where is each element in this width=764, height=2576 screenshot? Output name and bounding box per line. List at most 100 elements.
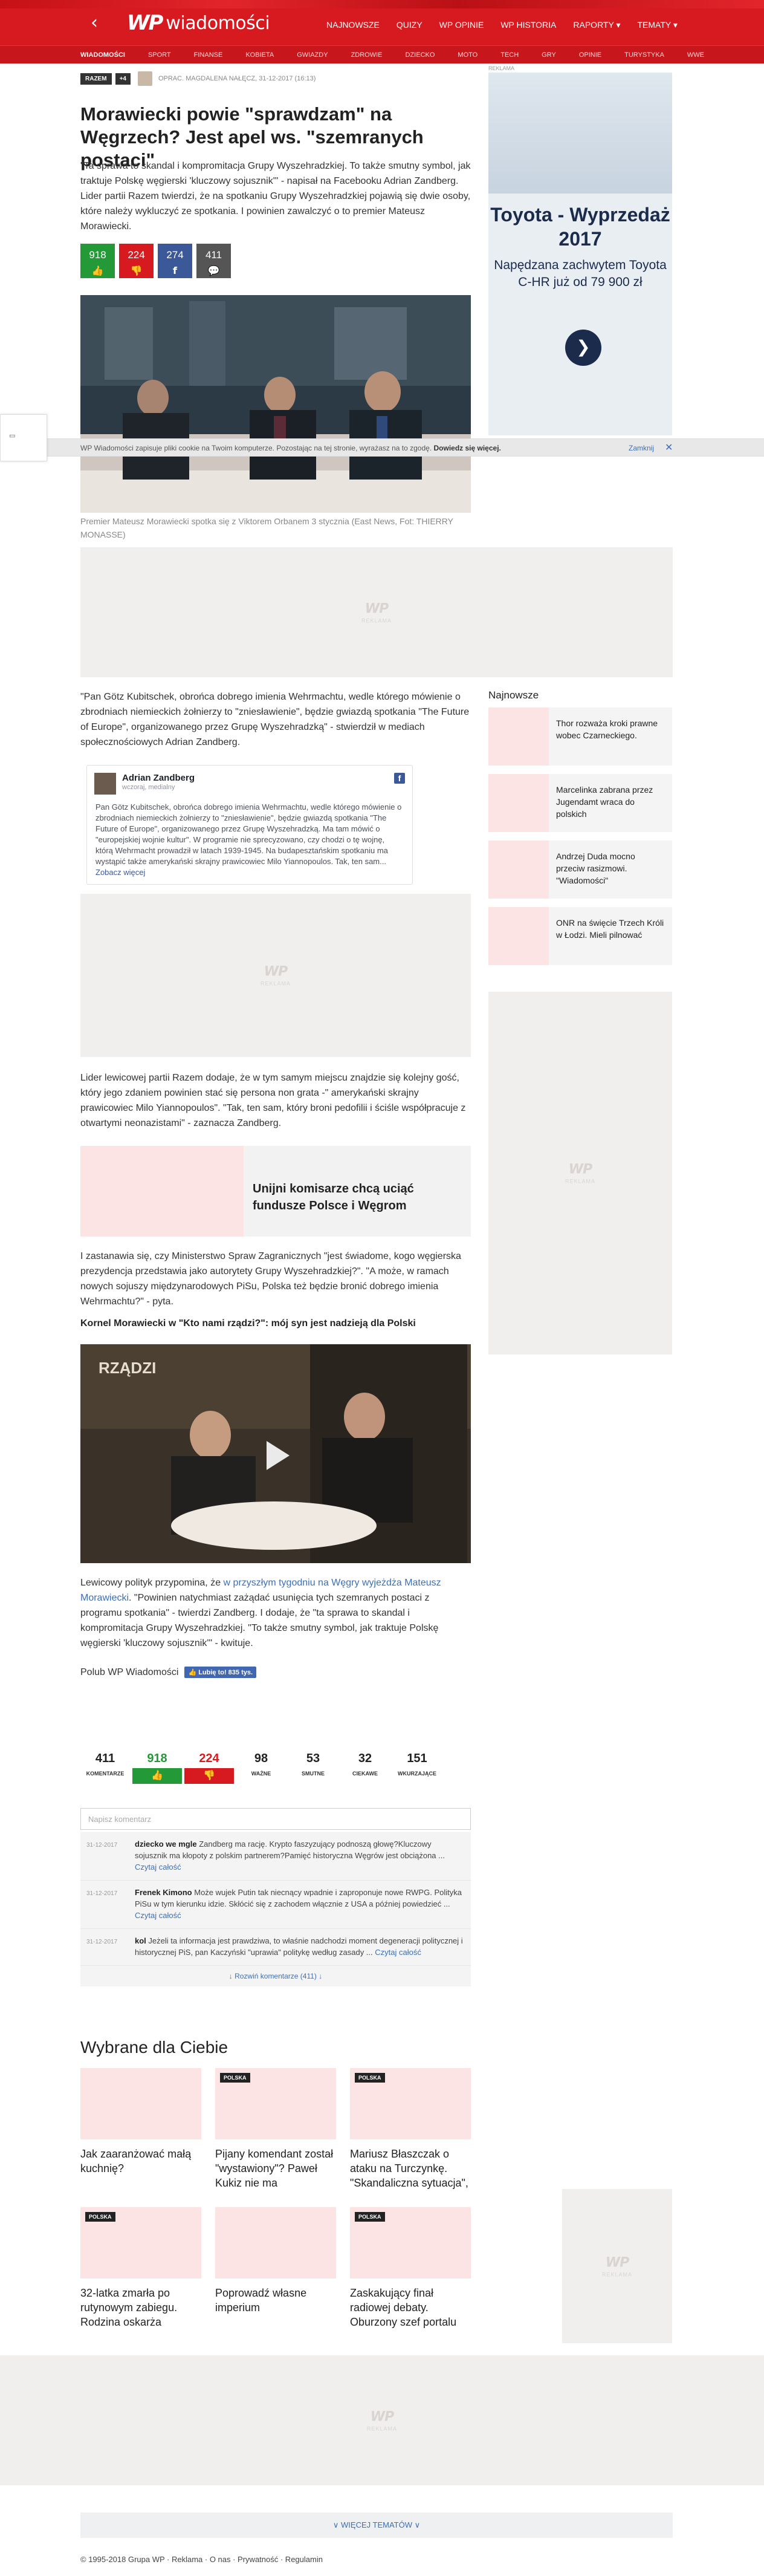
ad-label: REKLAMA bbox=[260, 980, 291, 987]
read-more-link[interactable]: Czytaj całość bbox=[135, 1911, 181, 1920]
section-tab[interactable]: FINANSE bbox=[194, 46, 223, 64]
comment-date: 31-12-2017 bbox=[86, 1939, 118, 1945]
reaction-label: CIEKAWE bbox=[352, 1771, 378, 1777]
video-player[interactable]: RZĄDZI bbox=[80, 1344, 471, 1563]
dislike-count: 224 bbox=[128, 249, 145, 261]
comment-date: 31-12-2017 bbox=[86, 1890, 118, 1897]
news-thumb bbox=[488, 707, 549, 766]
reaction-comments[interactable]: 411 KOMENTARZE bbox=[80, 1751, 130, 1784]
ad-placeholder: WP REKLAMA bbox=[565, 1162, 595, 1185]
dislike-share-button[interactable]: 224 👎 bbox=[119, 244, 154, 278]
cookie-close-button[interactable]: Zamknij bbox=[629, 444, 654, 452]
cookie-more-link[interactable]: Dowiedz się więcej. bbox=[434, 444, 501, 452]
card-image: POLSKA bbox=[350, 2207, 471, 2278]
section-tab[interactable]: GRY bbox=[542, 46, 556, 64]
ad-placeholder: WP REKLAMA bbox=[602, 2255, 632, 2277]
recommended-card[interactable]: POLSKA Pijany komendant został "wystawio… bbox=[215, 2068, 336, 2190]
latest-news-item[interactable]: Andrzej Duda mocno przeciw rasizmowi. "W… bbox=[488, 841, 672, 899]
recommended-card[interactable]: POLSKA Zaskakujący finał radiowej debaty… bbox=[350, 2207, 471, 2329]
comment-user[interactable]: kol bbox=[135, 1936, 146, 1945]
fb-see-more-link[interactable]: Zobacz więcej bbox=[96, 868, 145, 877]
back-arrow-icon[interactable]: ‹ bbox=[91, 14, 104, 32]
latest-news-item[interactable]: Thor rozważa kroki prawne wobec Czarneck… bbox=[488, 707, 672, 766]
like-page-label: Polub WP Wiadomości bbox=[80, 1667, 179, 1677]
more-tags-button[interactable]: +4 bbox=[115, 73, 131, 85]
recommended-card[interactable]: Poprowadź własne imperium bbox=[215, 2207, 336, 2315]
recommended-card[interactable]: Jak zaaranżować małą kuchnię? bbox=[80, 2068, 201, 2176]
expand-comments-button[interactable]: ↓ Rozwiń komentarze (411) ↓ bbox=[80, 1966, 471, 1986]
section-tab[interactable]: TECH bbox=[500, 46, 519, 64]
article-paragraph: Lewicowy polityk przypomina, że w przysz… bbox=[80, 1575, 473, 1651]
fb-like-row: Polub WP Wiadomości 👍 Lubię to! 835 tys. bbox=[80, 1667, 257, 1678]
reaction-thumb-up[interactable]: 918 👍 bbox=[132, 1751, 182, 1784]
nav-item[interactable]: WP HISTORIA bbox=[500, 20, 556, 30]
facebook-icon: f bbox=[394, 773, 405, 784]
latest-news-item[interactable]: ONR na święcie Trzech Króli w Łodzi. Mie… bbox=[488, 907, 672, 965]
reaction-sad[interactable]: 53 SMUTNE bbox=[288, 1751, 338, 1784]
paragraph-text: Lewicowy polityk przypomina, że bbox=[80, 1578, 224, 1588]
read-more-link[interactable]: Czytaj całość bbox=[375, 1948, 421, 1957]
nav-item[interactable]: TEMATY ▾ bbox=[637, 20, 677, 30]
reaction-thumb-down[interactable]: 224 👎 bbox=[184, 1751, 234, 1784]
section-tab[interactable]: DZIECKO bbox=[406, 46, 435, 64]
nav-item[interactable]: WP OPINIE bbox=[439, 20, 484, 30]
reaction-important[interactable]: 98 WAŻNE bbox=[236, 1751, 286, 1784]
nav-item[interactable]: QUIZY bbox=[397, 20, 422, 30]
chevron-right-icon[interactable]: ❯ bbox=[565, 330, 601, 366]
play-icon[interactable] bbox=[267, 1441, 290, 1470]
comment-count: 411 bbox=[205, 249, 222, 261]
section-tab[interactable]: OPINIE bbox=[579, 46, 601, 64]
teaser-image bbox=[80, 1146, 244, 1237]
topic-tag[interactable]: RAZEM bbox=[80, 73, 112, 85]
side-floating-tab[interactable]: ▭ bbox=[0, 414, 47, 461]
sidebar-ad[interactable]: WP REKLAMA bbox=[562, 2189, 672, 2343]
article-paragraph: Lider lewicowej partii Razem dodaje, że … bbox=[80, 1073, 466, 1128]
ad-label: REKLAMA bbox=[361, 617, 392, 623]
comment-input[interactable]: Napisz komentarz bbox=[80, 1808, 471, 1830]
section-tab[interactable]: GWIAZDY bbox=[297, 46, 328, 64]
news-title: Thor rozważa kroki prawne wobec Czarneck… bbox=[556, 718, 658, 740]
thumb-up-icon: 👍 bbox=[132, 1768, 182, 1784]
facebook-post-embed[interactable]: Adrian Zandberg wczoraj, medialny f Pan … bbox=[86, 765, 413, 885]
section-tab[interactable]: KOBIETA bbox=[245, 46, 274, 64]
article-paragraph: I zastanawia się, czy Ministerstwo Spraw… bbox=[80, 1251, 461, 1307]
ad-inline[interactable]: WP REKLAMA bbox=[80, 894, 471, 1057]
more-topics-button[interactable]: ∨ WIĘCEJ TEMATÓW ∨ bbox=[80, 2513, 673, 2538]
read-more-link[interactable]: Czytaj całość bbox=[135, 1862, 181, 1872]
bottom-ad-banner[interactable]: WP REKLAMA bbox=[0, 2355, 764, 2485]
comment-user[interactable]: dziecko we mgle bbox=[135, 1839, 197, 1849]
video-heading: Kornel Morawiecki w "Kto nami rządzi?": … bbox=[80, 1318, 416, 1329]
close-icon[interactable]: ✕ bbox=[665, 441, 673, 454]
reaction-label: KOMENTARZE bbox=[86, 1771, 125, 1777]
section-tab[interactable]: MOTO bbox=[458, 46, 478, 64]
fb-author-name[interactable]: Adrian Zandberg bbox=[122, 773, 195, 783]
news-thumb bbox=[488, 774, 549, 832]
reactions-bar: 411 KOMENTARZE 918 👍 224 👎 98 WAŻNE 53 S… bbox=[80, 1751, 442, 1784]
comment-user[interactable]: Frenek Kimono bbox=[135, 1888, 192, 1897]
ad-banner[interactable]: WP REKLAMA bbox=[80, 547, 673, 677]
nav-item[interactable]: RAPORTY ▾ bbox=[573, 20, 620, 30]
section-tab[interactable]: TURYSTYKA bbox=[624, 46, 664, 64]
ad-label: REKLAMA bbox=[601, 2271, 633, 2277]
reaction-interesting[interactable]: 32 CIEKAWE bbox=[340, 1751, 390, 1784]
section-tab[interactable]: ZDROWIE bbox=[351, 46, 383, 64]
reaction-annoying[interactable]: 151 WKURZAJĄCE bbox=[392, 1751, 442, 1784]
recommended-card[interactable]: POLSKA 32-latka zmarła po rutynowym zabi… bbox=[80, 2207, 201, 2329]
latest-news-item[interactable]: Marcelinka zabrana przez Jugendamt wraca… bbox=[488, 774, 672, 832]
card-image bbox=[215, 2207, 336, 2278]
section-tab[interactable]: WIADOMOŚCI bbox=[80, 46, 125, 64]
site-logo[interactable]: WP wiadomości bbox=[127, 11, 270, 35]
related-article-teaser[interactable]: Unijni komisarze chcą uciąć fundusze Pol… bbox=[80, 1146, 471, 1237]
recommended-card[interactable]: POLSKA Mariusz Błaszczak o ataku na Turc… bbox=[350, 2068, 471, 2190]
toyota-ad[interactable]: Toyota - Wyprzedaż 2017 Napędzana zachwy… bbox=[488, 73, 672, 435]
author-date: OPRAC. MAGDALENA NAŁĘCZ, 31-12-2017 (16:… bbox=[158, 75, 316, 82]
section-tab[interactable]: SPORT bbox=[148, 46, 171, 64]
fb-like-button[interactable]: 👍 Lubię to! 835 tys. bbox=[184, 1667, 257, 1678]
facebook-share-button[interactable]: 274 f bbox=[158, 244, 192, 278]
section-tab[interactable]: WWE bbox=[687, 46, 704, 64]
like-share-button[interactable]: 918 👍 bbox=[80, 244, 115, 278]
comments-share-button[interactable]: 411 💬 bbox=[196, 244, 231, 278]
sidebar-ad[interactable]: WP REKLAMA bbox=[488, 992, 672, 1355]
category-badge: POLSKA bbox=[85, 2212, 115, 2222]
nav-item[interactable]: NAJNOWSZE bbox=[326, 20, 380, 30]
